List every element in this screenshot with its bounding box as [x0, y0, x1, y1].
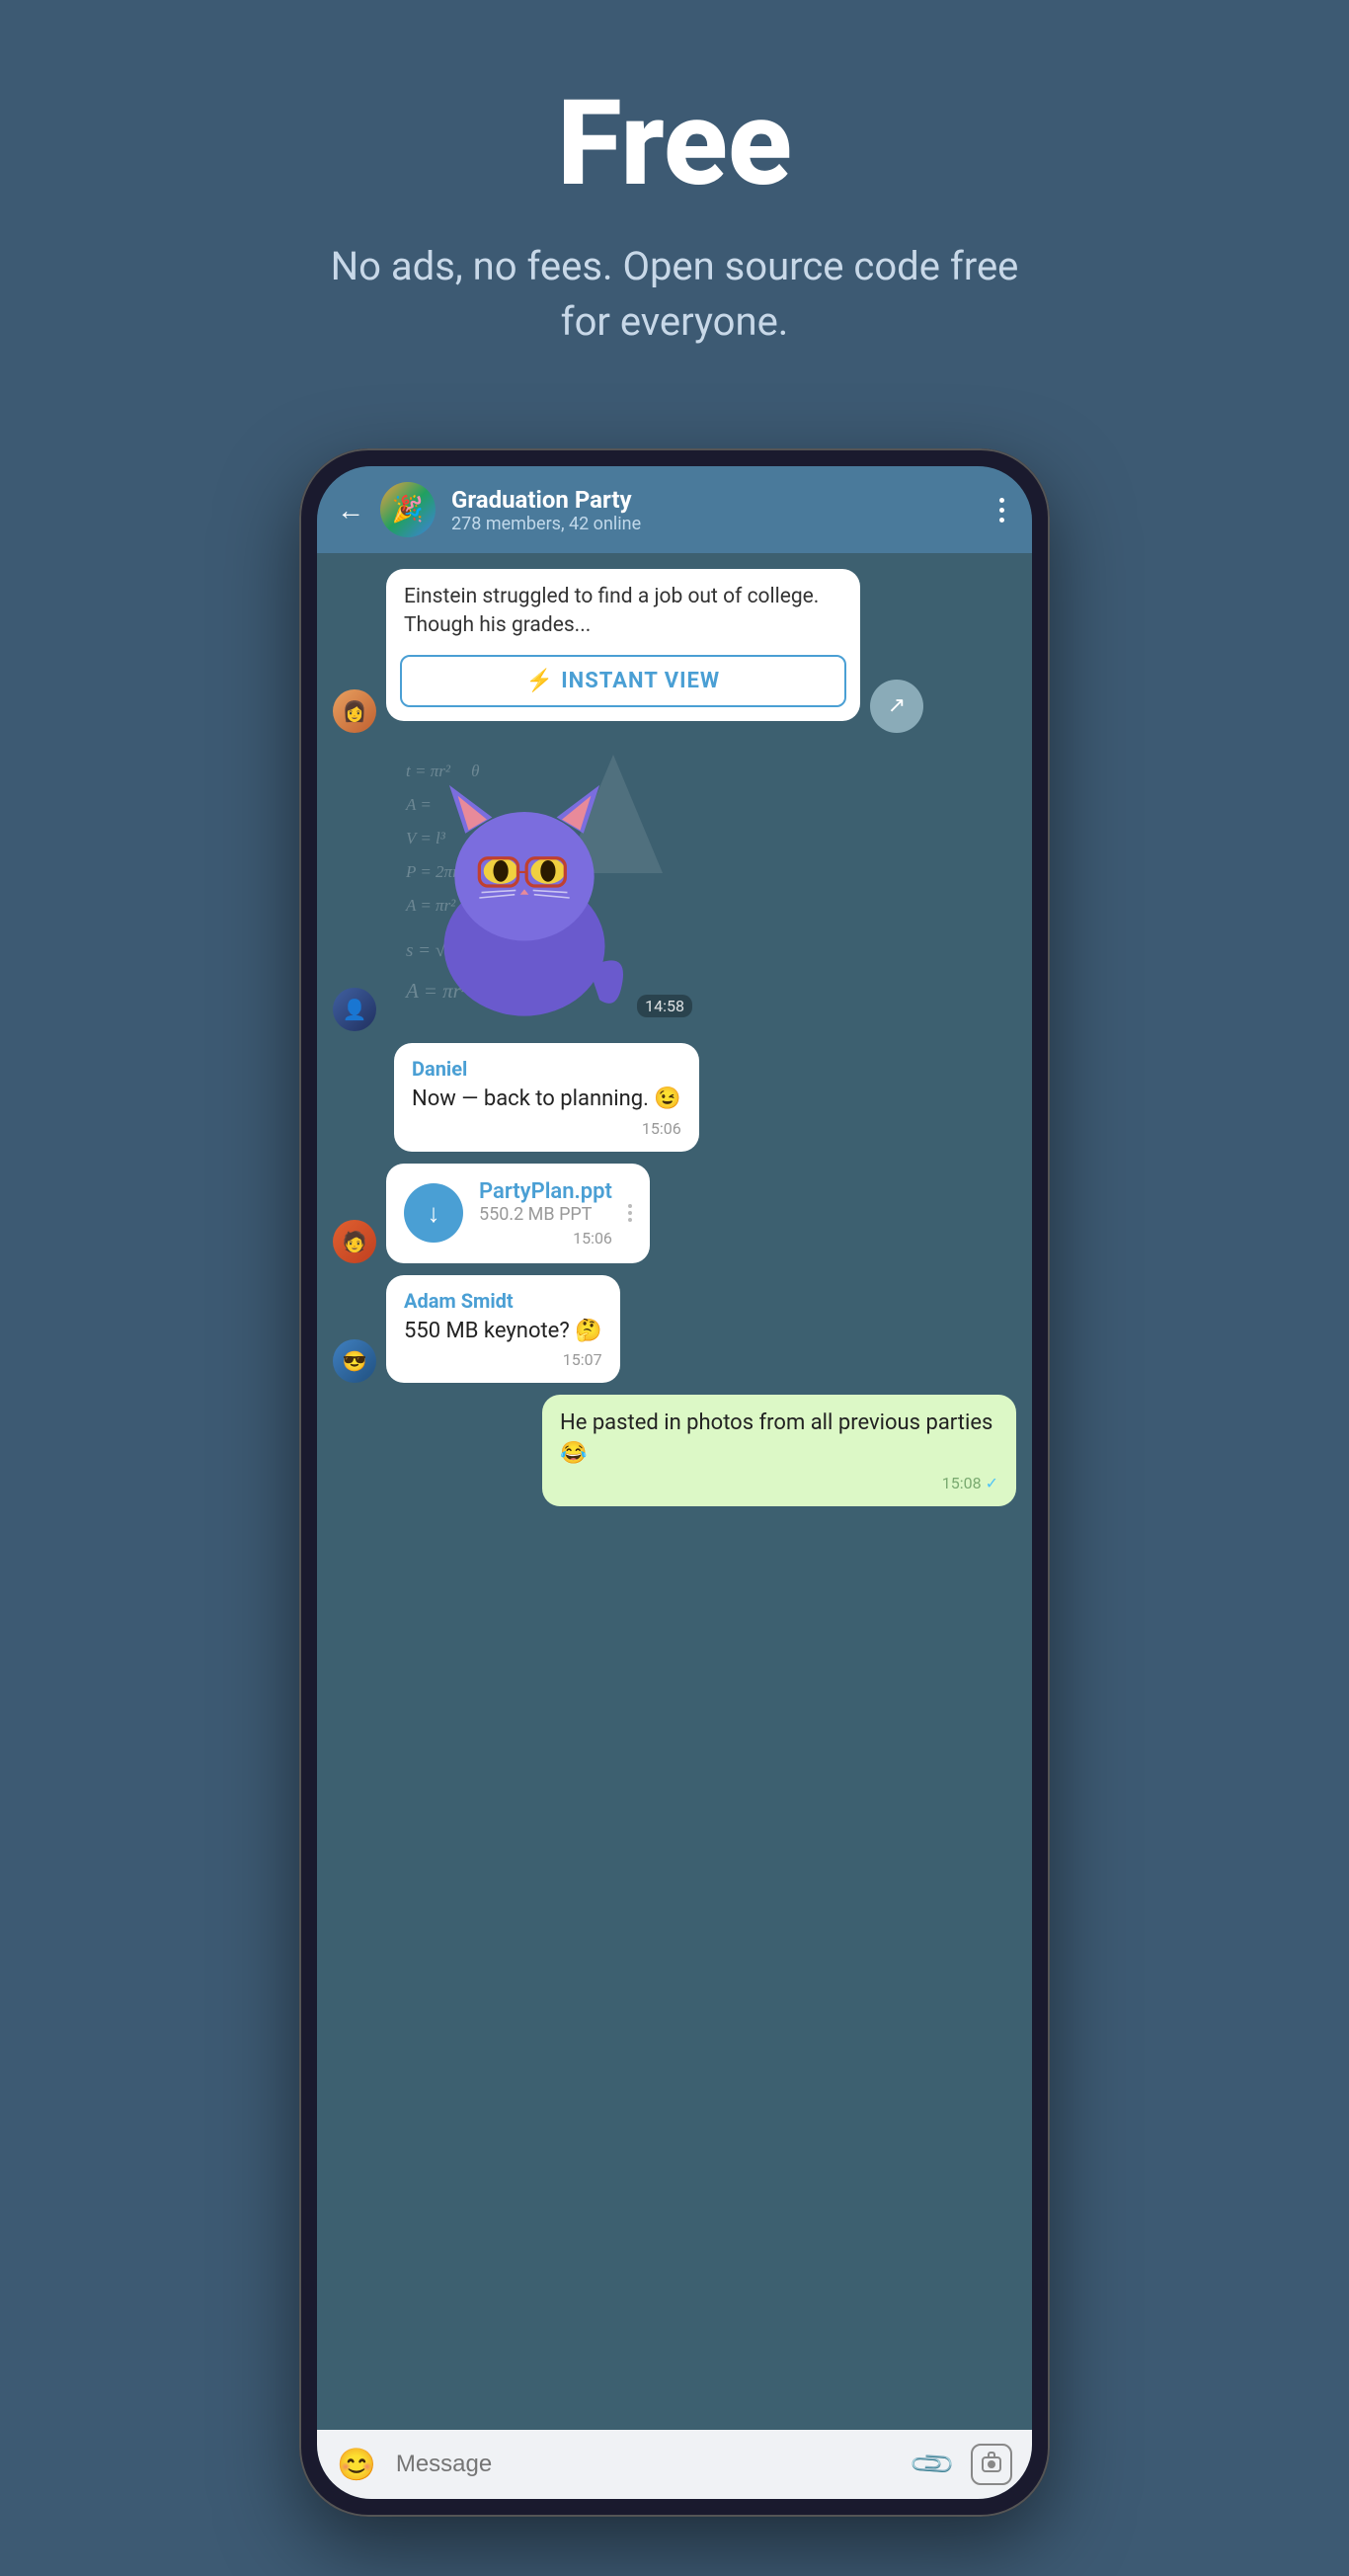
file-info: PartyPlan.ppt 550.2 MB PPT 15:06 [479, 1179, 612, 1248]
message-text: He pasted in photos from all previous pa… [560, 1409, 998, 1470]
group-avatar: 🎉 [380, 482, 436, 537]
hero-subtitle: No ads, no fees. Open source code free f… [329, 239, 1020, 350]
message-sender: Daniel [412, 1057, 681, 1081]
sticker-container: t = πr² θ A = V = l³ h P = 2πr A = πr² s… [386, 745, 702, 1031]
file-size: 550.2 MB PPT [479, 1204, 612, 1225]
time-value: 15:08 [942, 1474, 982, 1492]
message-bubble: Adam Smidt 550 MB keynote? 🤔 15:07 [386, 1275, 620, 1384]
outgoing-bubble: He pasted in photos from all previous pa… [542, 1395, 1016, 1506]
hero-section: Free No ads, no fees. Open source code f… [0, 0, 1349, 409]
message-row: 😎 Adam Smidt 550 MB keynote? 🤔 15:07 [333, 1275, 1016, 1384]
file-more-button[interactable] [628, 1204, 632, 1222]
attach-button[interactable]: 📎 [908, 2439, 958, 2489]
file-name: PartyPlan.ppt [479, 1179, 612, 1204]
message-row: 👩 Einstein struggled to find a job out o… [333, 569, 1016, 733]
instant-view-button[interactable]: ⚡ INSTANT VIEW [400, 655, 846, 707]
avatar: 🧑 [333, 1220, 376, 1263]
bolt-icon: ⚡ [526, 669, 553, 693]
group-name: Graduation Party [451, 486, 976, 514]
chat-info: Graduation Party 278 members, 42 online [451, 486, 976, 534]
more-dot [999, 518, 1004, 523]
message-bubble: Daniel Now — back to planning. 😉 15:06 [394, 1043, 699, 1152]
hero-title: Free [40, 79, 1309, 209]
message-row: 🧑 ↓ PartyPlan.ppt 550.2 MB PPT 15:06 [333, 1164, 1016, 1263]
group-meta: 278 members, 42 online [451, 514, 976, 534]
phone-wrapper: ← 🎉 Graduation Party 278 members, 42 onl… [299, 448, 1050, 2517]
message-text: Now — back to planning. 😉 [412, 1085, 681, 1115]
message-text: 550 MB keynote? 🤔 [404, 1317, 602, 1347]
avatar: 👩 [333, 689, 376, 733]
avatar: 👤 [333, 988, 376, 1031]
delivered-icon: ✓ [986, 1474, 998, 1492]
file-bubble: ↓ PartyPlan.ppt 550.2 MB PPT 15:06 [386, 1164, 650, 1263]
article-message: Einstein struggled to find a job out of … [386, 569, 860, 733]
article-card: Einstein struggled to find a job out of … [386, 569, 860, 721]
chat-body: 👩 Einstein struggled to find a job out o… [317, 553, 1032, 2430]
camera-icon [982, 2456, 1001, 2472]
avatar: 😎 [333, 1339, 376, 1383]
phone-inner: ← 🎉 Graduation Party 278 members, 42 onl… [317, 466, 1032, 2499]
message-time: 15:08 ✓ [560, 1474, 998, 1492]
message-sender: Adam Smidt [404, 1289, 602, 1313]
chat-header: ← 🎉 Graduation Party 278 members, 42 onl… [317, 466, 1032, 553]
file-download-icon[interactable]: ↓ [404, 1183, 463, 1243]
sticker-message-row: 👤 t = πr² θ A = V = l³ h P = 2πr A = πr²… [333, 745, 1016, 1031]
camera-button[interactable] [971, 2444, 1012, 2485]
input-bar: 😊 📎 [317, 2430, 1032, 2499]
message-input[interactable] [396, 2451, 895, 2478]
back-button[interactable]: ← [337, 494, 364, 526]
instant-view-label: INSTANT VIEW [561, 669, 720, 693]
message-time: 15:06 [412, 1119, 681, 1138]
message-time: 15:07 [404, 1350, 602, 1369]
more-dot [999, 498, 1004, 503]
article-text: Einstein struggled to find a job out of … [386, 569, 860, 655]
more-dot [999, 508, 1004, 513]
message-row-outgoing: He pasted in photos from all previous pa… [333, 1395, 1016, 1506]
share-button[interactable]: ↗ [870, 680, 923, 733]
phone-outer: ← 🎉 Graduation Party 278 members, 42 onl… [299, 448, 1050, 2517]
sticker-time: 14:58 [637, 995, 692, 1017]
cat-sticker [416, 774, 633, 1021]
message-time: 15:06 [479, 1229, 612, 1248]
message-row: Daniel Now — back to planning. 😉 15:06 [333, 1043, 1016, 1152]
more-menu-button[interactable] [992, 490, 1012, 530]
emoji-button[interactable]: 😊 [337, 2446, 376, 2483]
